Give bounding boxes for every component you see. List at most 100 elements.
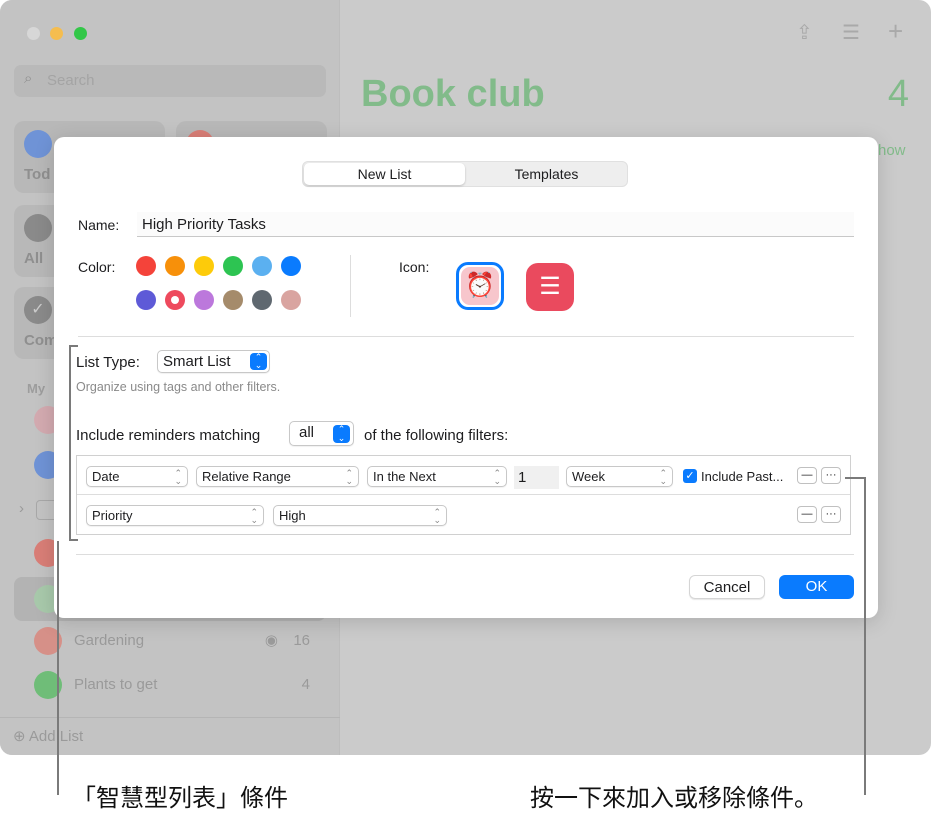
color-swatch[interactable]	[252, 256, 272, 276]
section-header: My	[27, 381, 46, 396]
color-swatch[interactable]	[136, 256, 156, 276]
chevrons-icon: ⌃ ⌄	[433, 507, 441, 525]
callout-bracket	[69, 345, 71, 541]
list-icon[interactable]: ☰	[526, 263, 574, 311]
chevrons-icon: ⌃ ⌄	[174, 468, 182, 486]
color-label: Color:	[78, 259, 116, 275]
plus-circle-icon: ⊕	[13, 728, 26, 745]
tab-templates[interactable]: Templates	[466, 163, 627, 185]
match-value: all	[299, 424, 315, 441]
tray-icon	[24, 214, 52, 242]
add-filter-button[interactable]: ···	[821, 467, 841, 484]
add-reminder-icon[interactable]: +	[888, 16, 903, 47]
list-options-icon[interactable]: ☰	[842, 20, 860, 45]
color-swatch[interactable]	[194, 256, 214, 276]
divider	[76, 554, 854, 555]
card-label: All	[24, 250, 44, 267]
include-past-checkbox[interactable]: ✓	[683, 469, 697, 483]
color-swatch[interactable]	[194, 290, 214, 310]
calendar-icon	[24, 130, 52, 158]
zoom-button[interactable]	[74, 27, 87, 40]
color-swatch[interactable]	[281, 256, 301, 276]
ok-button[interactable]: OK	[779, 575, 854, 599]
list-label: Plants to get	[74, 676, 158, 693]
color-swatch[interactable]	[223, 290, 243, 310]
checkmark-icon: ✓	[24, 296, 52, 324]
value: Week	[572, 469, 605, 484]
card-label: Com	[24, 332, 58, 349]
new-list-dialog: New List Templates Name: High Priority T…	[54, 137, 878, 618]
chevrons-icon: ⌃ ⌄	[493, 468, 501, 486]
list-type-value: Smart List	[163, 353, 231, 370]
chevrons-icon: ⌃ ⌄	[659, 468, 667, 486]
list-label: Gardening	[74, 632, 145, 649]
filter-table: Date ⌃ ⌄ Relative Range ⌃ ⌄ In the Next ⌃ ⌄ 1 …	[76, 455, 851, 535]
list-item-plants[interactable]: Plants to get 4	[14, 665, 326, 705]
chevrons-icon: ⌃ ⌄	[345, 468, 353, 486]
remove-filter-button[interactable]: —	[797, 506, 817, 523]
filter-amount-field[interactable]: 1	[514, 466, 559, 489]
list-item-gardening[interactable]: Gardening ◉ 16	[14, 621, 326, 661]
search-input[interactable]: ⌕ Search	[14, 65, 326, 97]
filter-field-popup[interactable]: Date ⌃ ⌄	[86, 466, 188, 487]
chevrons-icon: ⌃ ⌄	[250, 507, 258, 525]
filter-operator-popup[interactable]: Relative Range ⌃ ⌄	[196, 466, 359, 487]
match-suffix: of the following filters:	[364, 427, 509, 444]
filter-unit-popup[interactable]: Week ⌃ ⌄	[566, 466, 673, 487]
name-field[interactable]: High Priority Tasks	[137, 212, 854, 237]
color-swatch[interactable]	[136, 290, 156, 310]
color-swatch[interactable]	[223, 256, 243, 276]
remove-filter-button[interactable]: —	[797, 467, 817, 484]
divider	[0, 717, 340, 718]
color-swatch[interactable]	[252, 290, 272, 310]
add-filter-button[interactable]: ···	[821, 506, 841, 523]
close-button[interactable]	[27, 27, 40, 40]
color-swatch[interactable]	[165, 256, 185, 276]
stepper-chevrons-icon: ⌃ ⌄	[333, 425, 350, 443]
filter-value-popup[interactable]: High ⌃ ⌄	[273, 505, 447, 526]
divider	[78, 336, 854, 337]
callout-line-right	[864, 477, 866, 795]
value: Priority	[92, 508, 133, 523]
show-completed-link[interactable]: how	[878, 142, 906, 159]
shared-person-icon: ◉	[264, 632, 278, 649]
list-type-label: List Type:	[76, 354, 140, 371]
value: Date	[92, 469, 120, 484]
callout-line-left	[57, 541, 59, 795]
cancel-button[interactable]: Cancel	[689, 575, 765, 599]
alarm-clock-icon: ⏰	[461, 267, 499, 305]
caption-add-remove-conditions: 按一下來加入或移除條件。	[530, 785, 818, 812]
divider	[350, 255, 351, 317]
minimize-button[interactable]	[50, 27, 63, 40]
filter-mode-popup[interactable]: In the Next ⌃ ⌄	[367, 466, 507, 487]
stepper-chevrons-icon: ⌃ ⌄	[250, 353, 267, 370]
match-popup[interactable]: all ⌃ ⌄	[289, 421, 354, 446]
list-type-popup[interactable]: Smart List ⌃ ⌄	[157, 350, 270, 373]
caption-smart-list-conditions: 「智慧型列表」條件	[72, 785, 288, 812]
callout-bracket	[69, 345, 78, 347]
tab-new-list[interactable]: New List	[304, 163, 465, 185]
chevron-right-icon[interactable]: ›	[19, 500, 24, 517]
match-prefix: Include reminders matching	[76, 427, 261, 444]
callout-bracket	[69, 539, 78, 541]
list-count: 16	[293, 632, 310, 649]
row-divider	[77, 494, 850, 495]
search-icon: ⌕	[24, 70, 33, 87]
card-label: Tod	[24, 166, 51, 183]
color-swatch[interactable]	[281, 290, 301, 310]
tab-bar: New List Templates	[302, 161, 628, 187]
selected-indicator	[171, 296, 179, 304]
value: In the Next	[373, 469, 436, 484]
list-count: 4	[887, 73, 909, 115]
list-title: Book club	[361, 73, 545, 115]
callout-line-right	[845, 477, 866, 479]
value: Relative Range	[202, 469, 291, 484]
add-list-button[interactable]: ⊕ Add List	[13, 727, 83, 745]
icon-label: Icon:	[399, 259, 430, 275]
filter-field-popup[interactable]: Priority ⌃ ⌄	[86, 505, 264, 526]
share-icon[interactable]: ⇪	[796, 20, 813, 45]
include-past-label: Include Past...	[701, 469, 784, 484]
icon-option-alarm[interactable]: ⏰	[456, 262, 504, 310]
color-swatch[interactable]	[165, 290, 185, 310]
list-type-hint: Organize using tags and other filters.	[76, 380, 281, 394]
